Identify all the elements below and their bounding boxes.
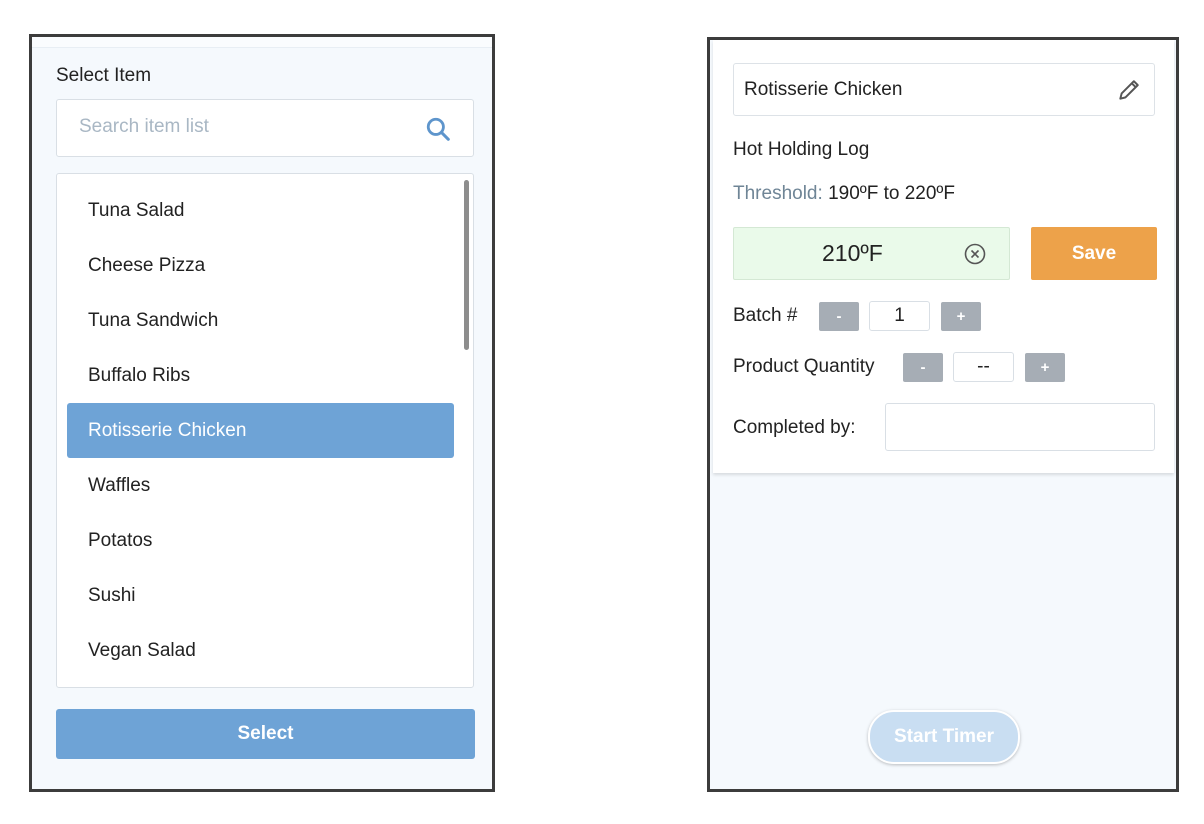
select-item-panel: Select Item Tuna Salad Cheese Pizza Tuna…	[29, 34, 495, 792]
temperature-value: 210ºF	[822, 240, 883, 266]
log-card: Rotisserie Chicken Hot Holding Log Thres…	[713, 40, 1174, 473]
threshold: Threshold: 190ºF to 220ºF	[733, 183, 955, 205]
quantity-increment-button[interactable]: +	[1025, 353, 1065, 382]
list-item[interactable]: Vegan Salad	[67, 623, 454, 678]
temperature-field[interactable]: 210ºF	[733, 227, 1010, 280]
completed-by-label: Completed by:	[733, 417, 856, 438]
search-icon[interactable]	[425, 116, 451, 142]
batch-decrement-button[interactable]: -	[819, 302, 859, 331]
list-item[interactable]: Potatos	[67, 513, 454, 568]
search-box[interactable]	[56, 99, 474, 157]
batch-label: Batch #	[733, 305, 798, 326]
hot-holding-log-panel: Rotisserie Chicken Hot Holding Log Thres…	[707, 37, 1179, 792]
start-timer-button[interactable]: Start Timer	[868, 710, 1020, 764]
list-item[interactable]: Cheese Pizza	[67, 238, 454, 293]
list-item[interactable]: Buffalo Ribs	[67, 348, 454, 403]
item-name-field[interactable]: Rotisserie Chicken	[733, 63, 1155, 116]
save-button[interactable]: Save	[1031, 227, 1157, 280]
list-item[interactable]: Sushi	[67, 568, 454, 623]
batch-value[interactable]: 1	[869, 301, 930, 331]
quantity-value[interactable]: --	[953, 352, 1014, 382]
log-title: Hot Holding Log	[733, 139, 870, 160]
pencil-icon[interactable]	[1116, 77, 1142, 103]
threshold-value: 190ºF to 220ºF	[828, 183, 955, 204]
list-item[interactable]: Tuna Salad	[67, 183, 454, 238]
list-item-selected[interactable]: Rotisserie Chicken	[67, 403, 454, 458]
list-scrollbar[interactable]	[464, 180, 469, 350]
list-item[interactable]: Tuna Sandwich	[67, 293, 454, 348]
product-quantity-label: Product Quantity	[733, 356, 875, 377]
item-name: Rotisserie Chicken	[744, 79, 903, 100]
clear-circle-icon[interactable]	[963, 242, 987, 266]
search-input[interactable]	[77, 115, 401, 139]
completed-by-input[interactable]	[885, 403, 1155, 451]
list-item[interactable]: Waffles	[67, 458, 454, 513]
quantity-decrement-button[interactable]: -	[903, 353, 943, 382]
threshold-label: Threshold:	[733, 183, 823, 204]
panel-top-strip	[32, 37, 492, 48]
item-list: Tuna Salad Cheese Pizza Tuna Sandwich Bu…	[56, 173, 474, 688]
batch-increment-button[interactable]: +	[941, 302, 981, 331]
select-item-title: Select Item	[56, 65, 152, 86]
select-button[interactable]: Select	[56, 709, 475, 759]
